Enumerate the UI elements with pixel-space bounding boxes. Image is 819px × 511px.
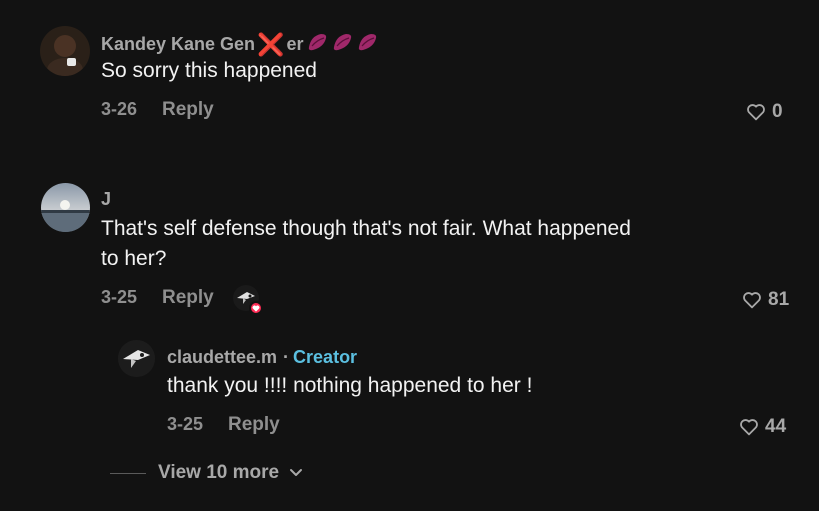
cross-emoji-icon: ❌ xyxy=(257,31,285,57)
divider-line xyxy=(110,472,146,474)
creator-liked-avatar xyxy=(233,285,263,315)
heart-outline-icon xyxy=(742,291,762,309)
view-more-replies-button[interactable]: View 10 more xyxy=(110,462,303,484)
avatar[interactable] xyxy=(40,26,90,76)
reply-username[interactable]: claudettee.m · Creator xyxy=(167,347,357,368)
comment-date: 3-25 xyxy=(101,287,138,307)
heart-outline-icon xyxy=(746,103,766,121)
comments-panel: Kandey Kane Gen ❌ er So sorry this happe… xyxy=(0,0,819,511)
username-text-suffix: er xyxy=(286,34,304,54)
comment-text: So sorry this happened xyxy=(101,59,317,82)
like-count: 0 xyxy=(772,101,783,122)
reply-button[interactable]: Reply xyxy=(162,99,214,121)
reply-button[interactable]: Reply xyxy=(162,287,214,309)
like-button[interactable]: 0 xyxy=(746,101,783,123)
reply-button[interactable]: Reply xyxy=(228,414,280,436)
avatar[interactable] xyxy=(118,340,155,377)
like-button[interactable]: 81 xyxy=(742,289,789,311)
heart-outline-icon xyxy=(739,418,759,436)
view-more-label: View 10 more xyxy=(158,462,280,483)
like-button[interactable]: 44 xyxy=(739,416,786,438)
comment-text-line: to her? xyxy=(101,247,167,270)
like-count: 81 xyxy=(768,289,790,310)
comment-username[interactable]: Kandey Kane Gen ❌ er xyxy=(101,32,379,57)
creator-badge: Creator xyxy=(293,347,358,367)
heart-filled-icon xyxy=(249,301,263,315)
chevron-down-icon xyxy=(289,462,303,484)
comment-date: 3-26 xyxy=(101,99,138,119)
username-text: claudettee.m xyxy=(167,347,278,367)
avatar[interactable] xyxy=(41,183,90,232)
reply-text: thank you !!!! nothing happened to her ! xyxy=(167,374,533,397)
comment-text: That's self defense though that's not fa… xyxy=(101,214,741,274)
like-count: 44 xyxy=(765,416,787,437)
comment-text-line: That's self defense though that's not fa… xyxy=(101,217,631,240)
reply-date: 3-25 xyxy=(167,414,204,434)
separator-dot: · xyxy=(283,347,290,367)
username-text: Kandey Kane Gen xyxy=(101,34,256,54)
comment-username[interactable]: J xyxy=(101,189,111,210)
lips-emoji-icon xyxy=(307,32,379,57)
